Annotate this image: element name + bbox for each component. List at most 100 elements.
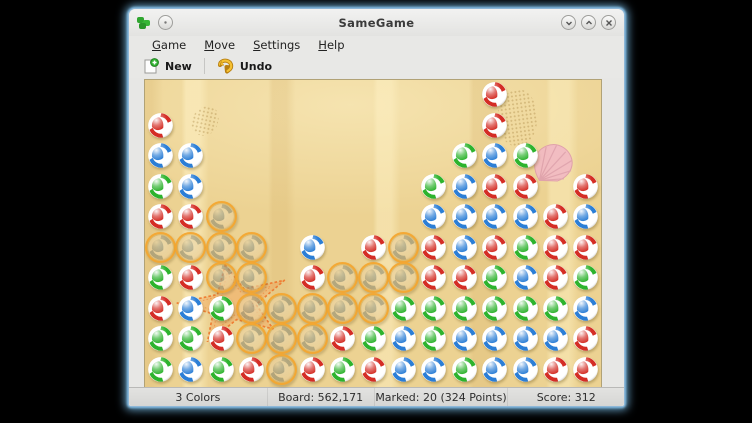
blue-ball[interactable] [451,234,478,261]
green-ball[interactable] [420,325,447,352]
blue-ball[interactable] [481,142,508,169]
blue-ball[interactable] [390,325,417,352]
green-ball[interactable] [329,356,356,383]
red-ball[interactable] [572,173,599,200]
red-ball[interactable] [481,234,508,261]
green-ball[interactable] [360,325,387,352]
marked-blue-ball[interactable] [299,325,326,352]
marked-blue-ball[interactable] [238,264,265,291]
blue-ball[interactable] [512,356,539,383]
marked-blue-ball[interactable] [238,295,265,322]
blue-ball[interactable] [512,325,539,352]
blue-ball[interactable] [420,356,447,383]
red-ball[interactable] [147,295,174,322]
red-ball[interactable] [360,356,387,383]
blue-ball[interactable] [481,203,508,230]
marked-blue-ball[interactable] [208,234,235,261]
blue-ball[interactable] [542,325,569,352]
green-ball[interactable] [481,295,508,322]
red-ball[interactable] [299,264,326,291]
new-game-button[interactable]: New [135,56,200,77]
menu-settings[interactable]: Settings [244,36,309,54]
shade-button[interactable] [561,15,576,30]
blue-ball[interactable] [177,295,204,322]
marked-blue-ball[interactable] [268,356,295,383]
green-ball[interactable] [147,264,174,291]
marked-blue-ball[interactable] [329,295,356,322]
green-ball[interactable] [572,264,599,291]
marked-blue-ball[interactable] [299,295,326,322]
red-ball[interactable] [481,173,508,200]
green-ball[interactable] [147,356,174,383]
marked-blue-ball[interactable] [208,203,235,230]
marked-blue-ball[interactable] [177,234,204,261]
green-ball[interactable] [512,142,539,169]
red-ball[interactable] [542,264,569,291]
blue-ball[interactable] [512,264,539,291]
green-ball[interactable] [451,142,478,169]
marked-blue-ball[interactable] [329,264,356,291]
blue-ball[interactable] [147,142,174,169]
close-button[interactable] [601,15,616,30]
window-menu-button[interactable] [158,15,173,30]
red-ball[interactable] [542,203,569,230]
red-ball[interactable] [208,325,235,352]
green-ball[interactable] [390,295,417,322]
green-ball[interactable] [147,173,174,200]
red-ball[interactable] [542,234,569,261]
blue-ball[interactable] [390,356,417,383]
green-ball[interactable] [481,264,508,291]
green-ball[interactable] [512,295,539,322]
blue-ball[interactable] [451,173,478,200]
green-ball[interactable] [177,325,204,352]
blue-ball[interactable] [451,325,478,352]
red-ball[interactable] [451,264,478,291]
green-ball[interactable] [512,234,539,261]
green-ball[interactable] [147,325,174,352]
green-ball[interactable] [208,356,235,383]
blue-ball[interactable] [299,234,326,261]
red-ball[interactable] [360,234,387,261]
red-ball[interactable] [329,325,356,352]
blue-ball[interactable] [177,142,204,169]
red-ball[interactable] [481,81,508,108]
blue-ball[interactable] [420,203,447,230]
red-ball[interactable] [147,203,174,230]
red-ball[interactable] [572,325,599,352]
blue-ball[interactable] [572,203,599,230]
red-ball[interactable] [481,112,508,139]
blue-ball[interactable] [451,203,478,230]
red-ball[interactable] [512,173,539,200]
marked-blue-ball[interactable] [390,234,417,261]
marked-blue-ball[interactable] [238,325,265,352]
marked-blue-ball[interactable] [360,295,387,322]
blue-ball[interactable] [481,356,508,383]
game-board[interactable] [144,79,602,392]
green-ball[interactable] [451,295,478,322]
marked-blue-ball[interactable] [360,264,387,291]
blue-ball[interactable] [512,203,539,230]
green-ball[interactable] [208,295,235,322]
menu-help[interactable]: Help [309,36,353,54]
marked-blue-ball[interactable] [268,295,295,322]
red-ball[interactable] [299,356,326,383]
green-ball[interactable] [451,356,478,383]
blue-ball[interactable] [572,295,599,322]
titlebar[interactable]: SameGame [129,9,624,36]
menu-game[interactable]: Game [143,36,195,54]
red-ball[interactable] [420,234,447,261]
blue-ball[interactable] [177,356,204,383]
marked-blue-ball[interactable] [238,234,265,261]
green-ball[interactable] [420,173,447,200]
menu-move[interactable]: Move [195,36,244,54]
marked-blue-ball[interactable] [268,325,295,352]
undo-button[interactable]: Undo [209,56,280,76]
marked-blue-ball[interactable] [208,264,235,291]
red-ball[interactable] [238,356,265,383]
blue-ball[interactable] [481,325,508,352]
red-ball[interactable] [420,264,447,291]
red-ball[interactable] [177,264,204,291]
blue-ball[interactable] [177,173,204,200]
marked-blue-ball[interactable] [390,264,417,291]
red-ball[interactable] [572,356,599,383]
